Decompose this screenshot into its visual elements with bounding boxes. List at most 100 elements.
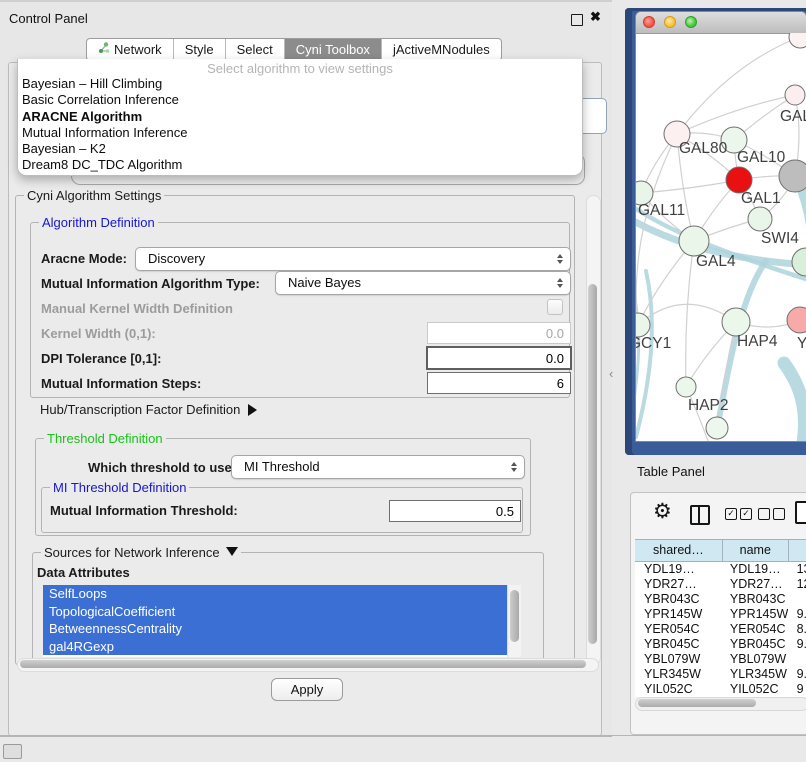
kernel-width-field[interactable] [427,322,571,344]
algorithm-option[interactable]: Basic Correlation Inference [21,92,579,108]
table-cell: 8. [788,622,806,637]
mi-type-value: Naive Bayes [288,275,361,290]
table-cell: YLR345W [635,667,721,682]
deselect-all-checks-icon[interactable] [758,508,785,520]
network-node[interactable] [792,248,806,276]
select-all-checks-icon[interactable]: ✓✓ [725,508,752,520]
minimize-traffic-light[interactable] [664,16,676,28]
aracne-mode-label: Aracne Mode: [41,251,127,266]
mi-threshold-definition-title: MI Threshold Definition [50,480,189,495]
close-icon[interactable]: ✖ [590,9,601,25]
network-node-gal4[interactable] [679,226,709,256]
tab-jactivemnodules[interactable]: jActiveMNodules [381,39,501,60]
which-threshold-select[interactable]: MI Threshold [231,455,525,479]
network-node-label: GAL [780,108,806,125]
attribute-item[interactable]: TopologicalCoefficient [43,603,507,621]
table-horizontal-scrollbar[interactable] [635,697,806,711]
column-header[interactable]: shared… [635,540,723,561]
mi-threshold-field[interactable] [389,500,521,522]
network-node-y[interactable] [787,307,806,333]
panel-splitter-handle[interactable]: ‹ [609,366,613,381]
attribute-item[interactable]: BetweennessCentrality [43,620,507,638]
network-node-label: GAL1 [741,190,781,207]
zoom-traffic-light[interactable] [685,16,697,28]
network-tab-icon [98,42,110,57]
settings-horizontal-scrollbar[interactable] [17,658,599,672]
network-node-hap4[interactable] [722,308,750,336]
columns-icon[interactable] [690,505,710,525]
document-icon[interactable] [795,501,806,524]
network-node-label: GAL80 [679,140,728,157]
network-window-titlebar[interactable] [636,12,806,34]
network-node-hap2[interactable] [676,377,696,397]
close-traffic-light[interactable] [643,16,655,28]
network-node[interactable] [789,33,806,48]
algorithm-option[interactable]: Bayesian – K2 [21,141,579,157]
collapsed-panel-icon[interactable] [3,744,22,759]
algorithm-option[interactable]: ARACNE Algorithm [21,109,579,125]
network-edge [686,241,694,387]
settings-vertical-thumb[interactable] [588,284,597,644]
table-horizontal-thumb[interactable] [638,699,756,707]
network-node-gal[interactable] [785,85,805,105]
network-node-label: HAP2 [688,397,729,414]
table-cell: 13 [788,562,806,577]
sources-group-title[interactable]: Sources for Network Inference [41,545,241,562]
network-node-gcy1[interactable] [636,313,650,337]
gear-icon[interactable]: ⚙ [653,499,672,524]
attributes-scrollbar-thumb[interactable] [510,590,519,642]
hub-definition-toggle[interactable]: Hub/Transcription Factor Definition [40,402,263,417]
table-row[interactable]: YDL19…YDL19…13 [635,562,806,577]
manual-kernel-checkbox[interactable] [547,299,563,315]
network-window: GALGAL80GAL10GAL1GAL11GAL4SWI4GCY1HAP4YH… [636,12,806,441]
mi-type-select[interactable]: Naive Bayes [275,271,571,295]
table-row[interactable]: YDR27…YDR27…12 [635,577,806,592]
table-cell: YER054C [635,622,721,637]
table-cell: YDL19… [721,562,788,577]
column-header[interactable]: name [723,540,789,561]
table-row[interactable]: YER054CYER054C8. [635,622,806,637]
mi-steps-field[interactable] [427,372,571,394]
algorithm-option[interactable]: Dream8 DC_TDC Algorithm [21,157,579,173]
tab-style[interactable]: Style [173,39,225,60]
table-row[interactable]: YLR345WYLR345W9. [635,667,806,682]
table-panel-title: Table Panel [637,464,705,479]
table-row[interactable]: YIL052CYIL052C9 [635,682,806,697]
mi-threshold-label: Mutual Information Threshold: [50,503,238,518]
algorithm-option[interactable]: Mutual Information Inference [21,125,579,141]
column-header[interactable]: A [789,540,806,561]
network-node[interactable] [706,417,728,439]
algorithm-option[interactable]: Bayesian – Hill Climbing [21,76,579,92]
bottom-divider [0,735,806,736]
network-node-label: GCY1 [636,335,671,352]
table-cell: YBR045C [721,637,788,652]
tab-label: Cyni Toolbox [296,42,370,57]
float-window-icon[interactable] [571,14,583,26]
network-view-frame: GALGAL80GAL10GAL1GAL11GAL4SWI4GCY1HAP4YH… [625,8,806,455]
attributes-scrollbar[interactable] [507,585,521,657]
table-row[interactable]: YBR045CYBR045C9. [635,637,806,652]
expand-right-icon [248,404,263,416]
table-cell: YDR27… [721,577,788,592]
tab-network[interactable]: Network [87,39,173,60]
tab-label: Style [185,42,214,57]
dpi-tolerance-field[interactable] [426,346,572,370]
tab-label: jActiveMNodules [393,42,490,57]
algorithm-popup-list: Bayesian – Hill ClimbingBasic Correlatio… [21,76,579,174]
table-row[interactable]: YBL079WYBL079W [635,652,806,667]
mi-type-label: Mutual Information Algorithm Type: [41,276,260,291]
table-row[interactable]: YPR145WYPR145W9. [635,607,806,622]
settings-vertical-scrollbar[interactable] [586,195,601,665]
table-header-row: shared…nameA [635,539,806,562]
network-canvas[interactable]: GALGAL80GAL10GAL1GAL11GAL4SWI4GCY1HAP4YH… [636,33,806,441]
aracne-mode-select[interactable]: Discovery [135,247,571,271]
apply-button[interactable]: Apply [271,678,343,701]
network-node-label: GAL4 [696,253,736,270]
table-row[interactable]: YBR043CYBR043C [635,592,806,607]
tab-select[interactable]: Select [225,39,284,60]
attribute-item[interactable]: gal4RGexp [43,638,507,656]
attribute-item[interactable]: SelfLoops [43,585,507,603]
settings-horizontal-thumb[interactable] [20,660,586,668]
tab-cyni-toolbox[interactable]: Cyni Toolbox [284,39,381,60]
network-node-swi4[interactable] [748,207,772,231]
